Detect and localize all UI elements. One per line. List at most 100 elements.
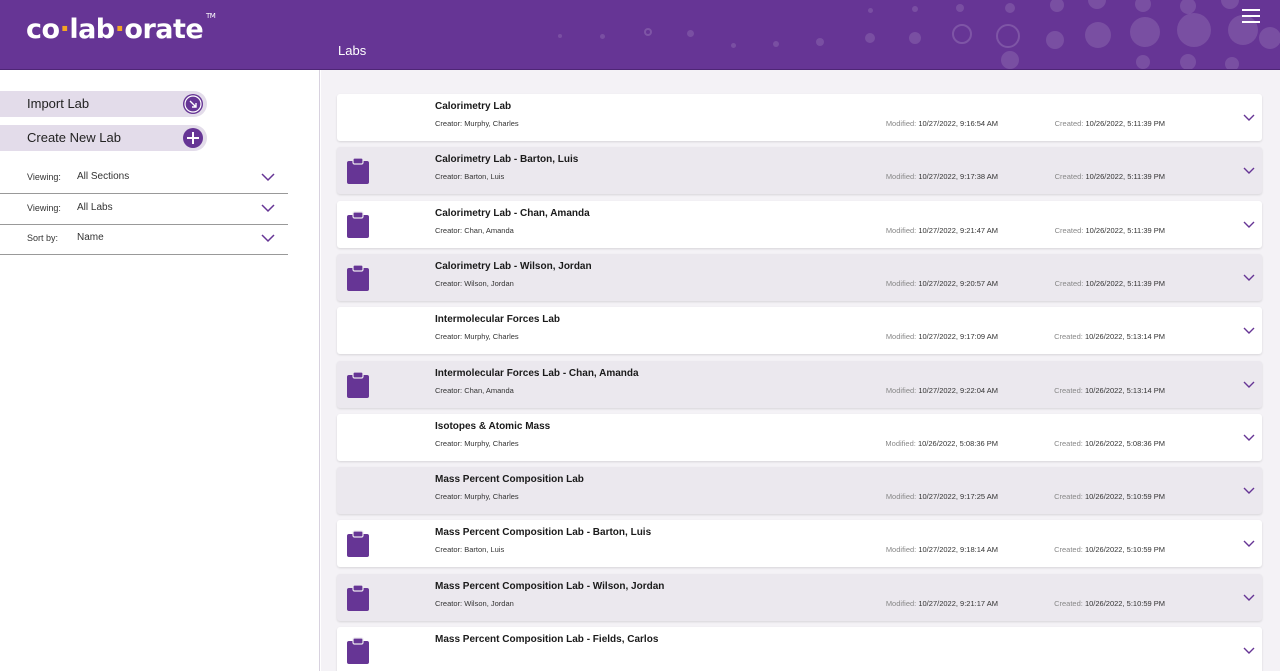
created-label: Created: [1054,545,1083,555]
labs-filter-value: All Labs [77,202,113,213]
header-bubble [1177,13,1211,47]
sidebar: Import Lab Create New Lab Viewing: All S… [0,70,320,671]
lab-modified: Modified: 10/27/2022, 9:21:47 AM [886,226,998,235]
lab-row[interactable]: Mass Percent Composition Lab Creator: Mu… [337,467,1262,515]
chevron-down-icon[interactable] [1242,272,1256,284]
clipboard-icon [347,370,369,398]
hamburger-menu-icon[interactable] [1242,9,1260,23]
header-bubble [1259,27,1280,49]
chevron-down-icon[interactable] [1242,592,1256,604]
lab-modified: Modified: 10/27/2022, 9:17:25 AM [886,492,998,501]
chevron-down-icon[interactable] [1242,379,1256,391]
creator-label: Creator: [435,492,463,502]
clipboard-icon [347,637,369,664]
lab-creator: Creator: Chan, Amanda [435,386,514,395]
chevron-down-icon [261,234,275,243]
header-bubble [558,34,562,38]
clipboard-icon [347,530,369,558]
created-value: 10/26/2022, 5:11:39 PM [1085,225,1165,235]
header-bubble [912,6,918,12]
creator-value: Murphy, Charles [464,438,519,448]
creator-label: Creator: [435,225,463,235]
lab-modified: Modified: 10/27/2022, 9:16:54 AM [886,119,998,128]
modified-label: Modified: [885,119,917,128]
import-lab-button[interactable]: Import Lab [0,91,207,117]
header-bubble [1005,3,1015,13]
lab-row[interactable]: Mass Percent Composition Lab - Fields, C… [337,627,1262,671]
lab-row[interactable]: Isotopes & Atomic Mass Creator: Murphy, … [337,413,1262,461]
colaborate-logo[interactable]: co·lab·orate TM [26,12,216,45]
import-arrow-icon [183,94,203,114]
lab-name: Calorimetry Lab - Barton, Luis [435,154,579,166]
chevron-down-icon[interactable] [1242,219,1256,231]
header-bubble [1180,54,1196,69]
creator-label: Creator: [435,278,463,288]
lab-modified: Modified: 10/27/2022, 9:20:57 AM [886,279,998,288]
lab-name: Mass Percent Composition Lab - Barton, L… [435,527,652,539]
logo-trademark: TM [206,12,216,20]
created-value: 10/26/2022, 5:11:39 PM [1085,278,1165,288]
lab-created: Created: 10/26/2022, 5:10:59 PM [1054,545,1165,554]
lab-created: Created: 10/26/2022, 5:11:39 PM [1055,279,1165,288]
header-bubble [956,4,964,12]
header-bubble [1085,22,1111,48]
section-filter-dropdown[interactable]: Viewing: All Sections [0,164,288,194]
header-bubble [952,24,972,44]
created-label: Created: [1054,278,1084,288]
creator-value: Wilson, Jordan [464,598,514,608]
created-label: Created: [1054,172,1084,182]
creator-value: Murphy, Charles [464,492,519,502]
sort-by-label: Sort by: [27,233,59,243]
lab-row[interactable]: Calorimetry Lab - Wilson, Jordan Creator… [337,253,1262,301]
header-bubble [1088,0,1106,9]
chevron-down-icon[interactable] [1242,165,1256,177]
modified-label: Modified: [885,438,916,448]
lab-modified: Modified: 10/27/2022, 9:17:09 AM [886,332,998,341]
create-new-lab-button[interactable]: Create New Lab [0,125,207,151]
creator-value: Barton, Luis [464,545,505,555]
modified-label: Modified: [885,492,917,502]
logo-dot-1: · [59,14,70,45]
created-value: 10/26/2022, 5:10:59 PM [1084,598,1165,608]
created-label: Created: [1054,332,1083,342]
lab-created: Created: 10/26/2022, 5:11:39 PM [1055,172,1165,181]
lab-row[interactable]: Mass Percent Composition Lab - Barton, L… [337,520,1262,568]
lab-row[interactable]: Mass Percent Composition Lab - Wilson, J… [337,573,1262,621]
chevron-down-icon[interactable] [1242,485,1256,497]
chevron-down-icon[interactable] [1242,112,1256,124]
header-bubble [1221,0,1239,9]
lab-created: Created: 10/26/2022, 5:08:36 PM [1054,439,1165,448]
clipboard-icon [347,584,369,611]
chevron-down-icon[interactable] [1242,432,1256,444]
created-label: Created: [1054,119,1084,128]
header-bubble [1050,0,1064,12]
chevron-down-icon[interactable] [1242,325,1256,337]
logo-text-orate: orate [124,14,204,45]
modified-value: 10/27/2022, 9:16:54 AM [918,119,998,128]
lab-created: Created: 10/26/2022, 5:11:39 PM [1055,226,1165,235]
created-value: 10/26/2022, 5:10:59 PM [1084,545,1165,555]
lab-row[interactable]: Calorimetry Lab - Chan, Amanda Creator: … [337,200,1262,248]
lab-name: Mass Percent Composition Lab [435,474,584,486]
lab-row[interactable]: Calorimetry Lab Creator: Murphy, Charles… [337,94,1262,141]
header-bubble [816,38,824,46]
lab-creator: Creator: Murphy, Charles [435,439,519,448]
modified-label: Modified: [885,598,917,608]
lab-name: Calorimetry Lab [435,101,512,112]
created-label: Created: [1054,438,1083,448]
lab-row[interactable]: Intermolecular Forces Lab - Chan, Amanda… [337,360,1262,408]
header-bubble [909,32,921,44]
header-bubble [730,42,736,48]
header-bubble [773,41,779,47]
labs-filter-dropdown[interactable]: Viewing: All Labs [0,195,288,225]
lab-creator: Creator: Barton, Luis [435,545,504,554]
header-bubble [1225,57,1239,69]
lab-row[interactable]: Intermolecular Forces Lab Creator: Murph… [337,307,1262,355]
lab-row[interactable]: Calorimetry Lab - Barton, Luis Creator: … [337,147,1262,195]
modified-label: Modified: [885,332,917,342]
modified-value: 10/27/2022, 9:18:14 AM [918,545,998,555]
chevron-down-icon[interactable] [1242,645,1256,657]
lab-name: Intermolecular Forces Lab [435,314,561,326]
sort-by-dropdown[interactable]: Sort by: Name [0,225,288,255]
chevron-down-icon[interactable] [1242,538,1256,550]
